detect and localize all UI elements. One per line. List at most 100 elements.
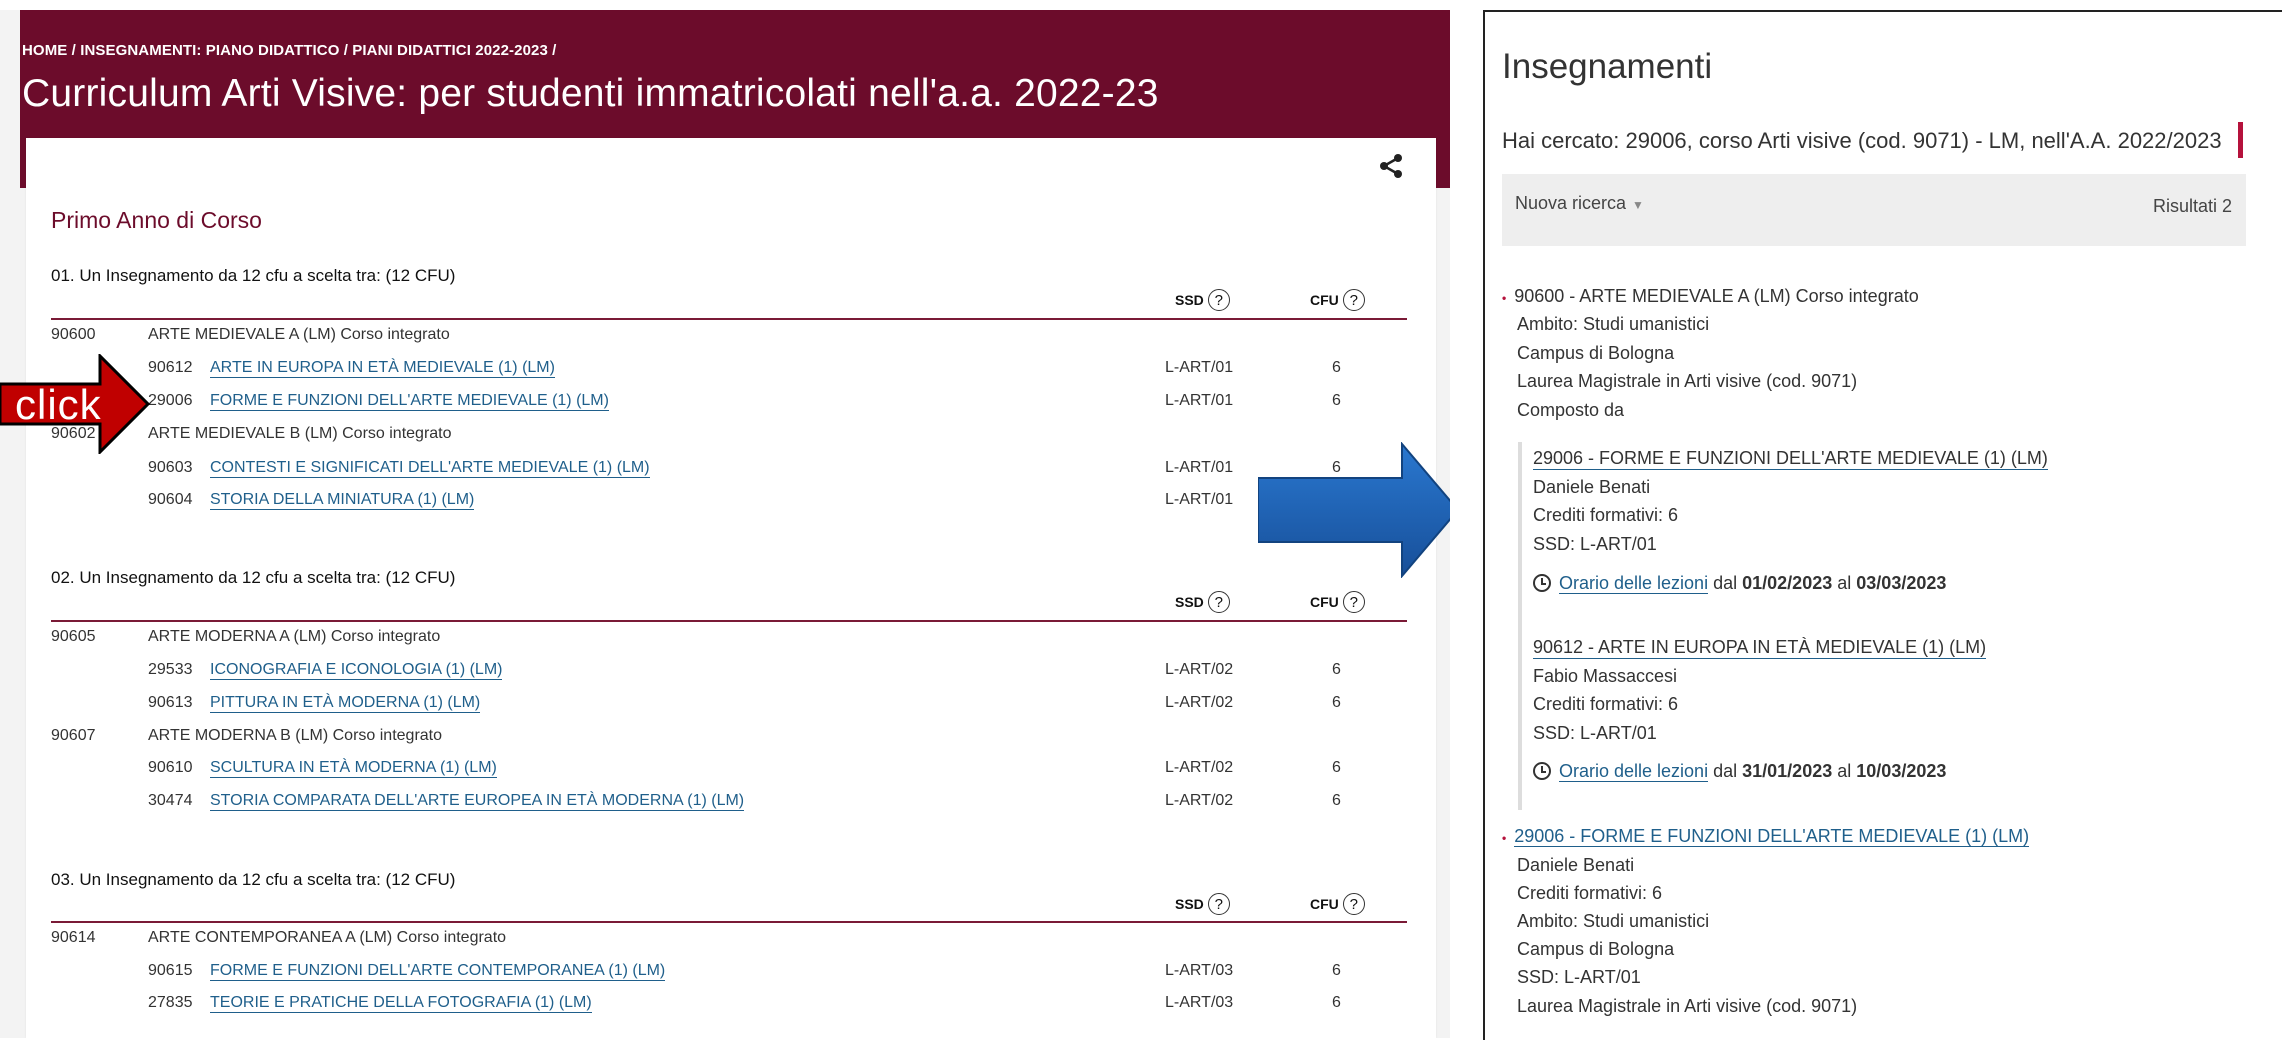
click-label: click	[15, 381, 102, 428]
bullet-icon: •	[1502, 831, 1507, 845]
cfu-value: 6	[1332, 994, 1341, 1011]
course-name: ARTE CONTEMPORANEA A (LM) Corso integrat…	[148, 929, 507, 946]
crediti: Crediti formativi: 6	[1533, 505, 1679, 525]
campus: Campus di Bologna	[1517, 343, 1675, 363]
ssd-column-header: SSD ?	[1175, 893, 1230, 915]
ssd-value: L-ART/03	[1165, 994, 1234, 1011]
new-search-toggle[interactable]: Nuova ricerca ▼	[1515, 193, 1644, 214]
new-search-label: Nuova ricerca	[1515, 193, 1627, 213]
course-code: 90615	[148, 962, 193, 979]
course-code: 90607	[51, 727, 96, 744]
teacher: Daniele Benati	[1533, 477, 1651, 497]
cfu-label: CFU	[1310, 292, 1339, 308]
subcourse-link[interactable]: 90612 - ARTE IN EUROPA IN ETÀ MEDIEVALE …	[1533, 637, 1987, 659]
group-title: 02. Un Insegnamento da 12 cfu a scelta t…	[51, 568, 456, 587]
from-date: 31/01/2023	[1742, 761, 1833, 781]
table-row: 29006 FORME E FUNZIONI DELL'ARTE MEDIEVA…	[0, 388, 1450, 418]
ssd-label: SSD	[1175, 292, 1204, 308]
composto-da: Composto da	[1517, 400, 1625, 420]
ssd-value: L-ART/03	[1165, 962, 1234, 979]
scroll-accent	[2238, 122, 2243, 158]
help-icon[interactable]: ?	[1342, 893, 1365, 915]
group-title: 01. Un Insegnamento da 12 cfu a scelta t…	[51, 266, 456, 285]
course-code: 90604	[148, 491, 193, 508]
subcourse-bar	[1518, 442, 1522, 810]
table-row: 90602 ARTE MEDIEVALE B (LM) Corso integr…	[0, 421, 1450, 451]
to-label: al	[1837, 761, 1852, 781]
table-row: 27835 TEORIE E PRATICHE DELLA FOTOGRAFIA…	[0, 990, 1450, 1020]
cfu-value: 6	[1332, 661, 1341, 678]
top-strip	[0, 0, 1450, 10]
ambito: Ambito: Studi umanistici	[1517, 911, 1710, 931]
ssd-label: SSD	[1175, 896, 1204, 912]
group-title: 03. Un Insegnamento da 12 cfu a scelta t…	[51, 870, 456, 889]
help-icon[interactable]: ?	[1342, 591, 1365, 613]
cfu-value: 6	[1332, 759, 1341, 776]
course-name: ARTE MEDIEVALE A (LM) Corso integrato	[148, 326, 450, 343]
course-link[interactable]: STORIA DELLA MINIATURA (1) (LM)	[210, 491, 475, 510]
campus: Campus di Bologna	[1517, 939, 1675, 959]
help-icon[interactable]: ?	[1207, 591, 1230, 613]
schedule-link[interactable]: Orario delle lezioni	[1559, 573, 1709, 594]
crediti: Crediti formativi: 6	[1533, 694, 1679, 714]
laurea: Laurea Magistrale in Arti visive (cod. 9…	[1517, 996, 1858, 1016]
help-icon[interactable]: ?	[1342, 289, 1365, 311]
ambito: Ambito: Studi umanistici	[1517, 314, 1710, 334]
course-link[interactable]: STORIA COMPARATA DELL'ARTE EUROPEA IN ET…	[210, 792, 745, 811]
bullet-icon: •	[1502, 291, 1507, 305]
from-label: dal	[1713, 761, 1738, 781]
cfu-label: CFU	[1310, 896, 1339, 912]
table-row: 90615 FORME E FUNZIONI DELL'ARTE CONTEMP…	[0, 958, 1450, 988]
course-name: ARTE MODERNA B (LM) Corso integrato	[148, 727, 443, 744]
share-icon[interactable]	[1378, 153, 1404, 179]
course-code: 30474	[148, 792, 193, 809]
course-code: 90614	[51, 929, 96, 946]
ssd-value: L-ART/01	[1165, 359, 1234, 376]
page-title: Curriculum Arti Visive: per studenti imm…	[22, 72, 1159, 115]
breadcrumb[interactable]: HOME / INSEGNAMENTI: PIANO DIDATTICO / P…	[22, 42, 556, 59]
from-date: 01/02/2023	[1742, 573, 1833, 593]
course-link[interactable]: FORME E FUNZIONI DELL'ARTE MEDIEVALE (1)…	[210, 392, 609, 411]
clock-icon	[1533, 574, 1551, 592]
ssd-value: L-ART/01	[1165, 392, 1234, 409]
table-row: 90614 ARTE CONTEMPORANEA A (LM) Corso in…	[0, 925, 1450, 955]
schedule-line: Orario delle lezioni dal 31/01/2023 al 1…	[1533, 761, 1946, 782]
group-divider	[51, 318, 1407, 320]
course-link[interactable]: SCULTURA IN ETÀ MODERNA (1) (LM)	[210, 759, 497, 778]
course-link[interactable]: ARTE IN EUROPA IN ETÀ MEDIEVALE (1) (LM)	[210, 359, 555, 378]
course-link[interactable]: PITTURA IN ETÀ MODERNA (1) (LM)	[210, 694, 481, 713]
cfu-column-header: CFU ?	[1310, 591, 1365, 613]
table-row: 90613 PITTURA IN ETÀ MODERNA (1) (LM) L-…	[0, 690, 1450, 720]
result-link[interactable]: 29006 - FORME E FUNZIONI DELL'ARTE MEDIE…	[1514, 826, 2030, 847]
ssd-label: SSD	[1175, 594, 1204, 610]
table-row: 90612 ARTE IN EUROPA IN ETÀ MEDIEVALE (1…	[0, 355, 1450, 385]
course-link[interactable]: CONTESTI E SIGNIFICATI DELL'ARTE MEDIEVA…	[210, 459, 650, 478]
ssd-value: L-ART/02	[1165, 759, 1234, 776]
clock-icon	[1533, 762, 1551, 780]
ssd-value: L-ART/02	[1165, 694, 1234, 711]
ssd-value: L-ART/01	[1165, 491, 1234, 508]
to-date: 03/03/2023	[1856, 573, 1947, 593]
schedule-link[interactable]: Orario delle lezioni	[1559, 761, 1709, 782]
search-results-panel: Insegnamenti Hai cercato: 29006, corso A…	[1483, 10, 2282, 1040]
schedule-line: Orario delle lezioni dal 01/02/2023 al 0…	[1533, 573, 1946, 594]
from-label: dal	[1713, 573, 1738, 593]
help-icon[interactable]: ?	[1207, 893, 1230, 915]
ssd-value: L-ART/02	[1165, 792, 1234, 809]
course-code: 29533	[148, 661, 193, 678]
group-divider	[51, 620, 1407, 622]
subcourse-link[interactable]: 29006 - FORME E FUNZIONI DELL'ARTE MEDIE…	[1533, 448, 2048, 470]
course-link[interactable]: TEORIE E PRATICHE DELLA FOTOGRAFIA (1) (…	[210, 994, 592, 1013]
cfu-column-header: CFU ?	[1310, 289, 1365, 311]
table-row: 90604 STORIA DELLA MINIATURA (1) (LM) L-…	[0, 487, 1450, 517]
result-title: • 29006 - FORME E FUNZIONI DELL'ARTE MEDI…	[1502, 826, 2030, 847]
course-link[interactable]: ICONOGRAFIA E ICONOLOGIA (1) (LM)	[210, 661, 503, 680]
results-toolbar: Nuova ricerca ▼ Risultati 2	[1502, 174, 2246, 246]
year-heading: Primo Anno di Corso	[51, 207, 262, 233]
group-divider	[51, 921, 1407, 923]
course-link[interactable]: FORME E FUNZIONI DELL'ARTE CONTEMPORANEA…	[210, 962, 666, 981]
result-title: • 90600 - ARTE MEDIEVALE A (LM) Corso int…	[1502, 286, 1919, 307]
help-icon[interactable]: ?	[1207, 289, 1230, 311]
results-title: Insegnamenti	[1502, 47, 1713, 86]
ssd: SSD: L-ART/01	[1533, 534, 1657, 554]
